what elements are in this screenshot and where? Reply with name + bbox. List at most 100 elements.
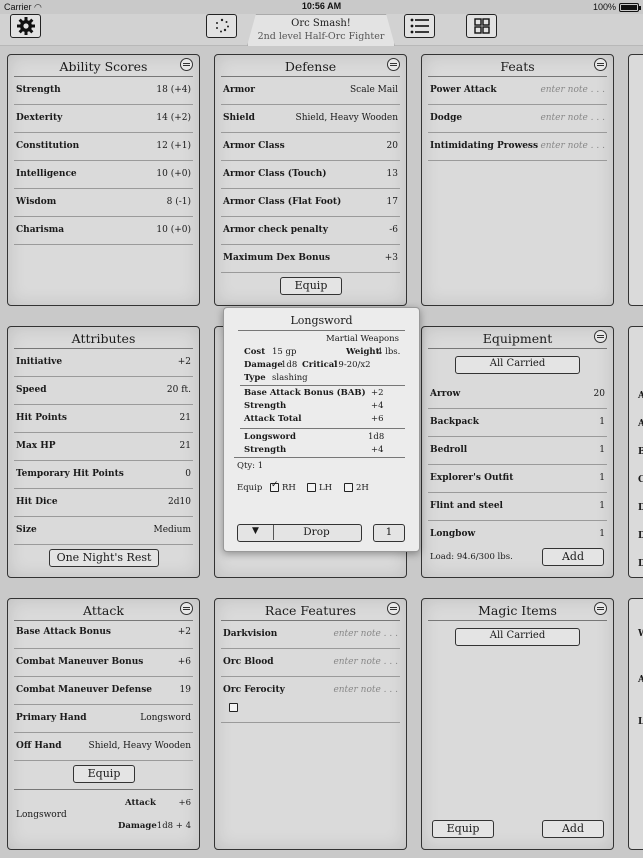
drop-quantity-field[interactable]: 1 (373, 524, 405, 542)
weapon-category: Martial Weapons (326, 334, 399, 344)
list-icon (410, 18, 429, 34)
add-equipment-button[interactable]: Add (542, 548, 604, 566)
defense-row[interactable]: Armor check penalty -6 (221, 217, 400, 245)
quantity-label: Qty: 1 (237, 461, 264, 471)
feat-row[interactable]: Intimidating Prowess enter note . . . (428, 133, 607, 161)
rest-button[interactable]: One Night's Rest (49, 549, 159, 567)
left-hand-option[interactable]: LH (307, 483, 332, 493)
defense-row[interactable]: Armor Class 20 (221, 133, 400, 161)
equip-magic-button[interactable]: Equip (432, 820, 494, 838)
race-feature-row[interactable]: Darkvision enter note . . . (221, 621, 400, 649)
card-title: Ability Scores (59, 59, 148, 74)
ability-row[interactable]: Constitution 12 (+1) (14, 133, 193, 161)
list-view-button[interactable] (404, 14, 435, 38)
weapon-detail-popup: Longsword Martial Weapons Cost 15 gp Wei… (223, 307, 420, 552)
defense-row[interactable]: Shield Shield, Heavy Wooden (221, 105, 400, 133)
ability-row[interactable]: Wisdom 8 (-1) (14, 189, 193, 217)
toolbar: Orc Smash! 2nd level Half-Orc Fighter (0, 14, 643, 46)
feats-card: Feats Power Attack enter note . . . Dodge… (421, 54, 614, 306)
ability-scores-card: Ability Scores Strength 18 (+4) Dexterity… (7, 54, 200, 306)
offscreen-card: W A L (628, 598, 643, 850)
attack-row[interactable]: Primary Hand Longsword (14, 705, 193, 733)
attribute-row[interactable]: Max HP 21 (14, 433, 193, 461)
equipment-row[interactable]: Backpack 1 (428, 409, 607, 437)
menu-icon[interactable] (180, 602, 193, 615)
card-title: Equipment (482, 331, 553, 346)
offscreen-card: A A B C D D D (628, 326, 643, 578)
attack-row[interactable]: Off Hand Shield, Heavy Wooden (14, 733, 193, 761)
settings-button[interactable] (10, 14, 41, 38)
attack-card: Attack Base Attack Bonus +2 Combat Maneuv… (7, 598, 200, 850)
menu-icon[interactable] (594, 330, 607, 343)
equip-armor-button[interactable]: Equip (280, 277, 342, 295)
character-subtitle: 2nd level Half-Orc Fighter (257, 31, 385, 42)
attribute-row[interactable]: Hit Dice 2d10 (14, 489, 193, 517)
right-hand-option[interactable]: RH (270, 480, 296, 493)
attributes-card: Attributes Initiative +2 Speed 20 ft. Hit … (7, 326, 200, 578)
ferocity-checkbox[interactable] (229, 703, 238, 712)
clock: 10:56 AM (301, 1, 342, 11)
popup-title: Longsword (238, 308, 405, 331)
attack-row[interactable]: Base Attack Bonus +2 (14, 621, 193, 649)
chevron-down-icon[interactable]: ▼ (238, 525, 274, 540)
race-features-card: Race Features Darkvision enter note . . .… (214, 598, 407, 850)
defense-row[interactable]: Maximum Dex Bonus +3 (221, 245, 400, 273)
checkbox-icon[interactable] (344, 483, 353, 492)
equip-weapon-button[interactable]: Equip (73, 765, 135, 783)
battery-icon (619, 2, 641, 12)
attack-row[interactable]: Combat Maneuver Defense 19 (14, 677, 193, 705)
character-name: Orc Smash! (291, 18, 351, 29)
damage-value: 1d8 + 4 (156, 821, 191, 831)
menu-icon[interactable] (180, 58, 193, 71)
card-title: Feats (500, 59, 535, 74)
equipment-row[interactable]: Longbow 1 (428, 521, 607, 539)
race-feature-row[interactable]: Orc Ferocity enter note . . . (221, 677, 400, 723)
attribute-row[interactable]: Hit Points 21 (14, 405, 193, 433)
magic-filter[interactable]: All Carried (455, 628, 580, 646)
attack-row[interactable]: Combat Maneuver Bonus +6 (14, 649, 193, 677)
race-feature-row[interactable]: Orc Blood enter note . . . (221, 649, 400, 677)
attack-label: Attack (125, 798, 156, 808)
damage-label: Damage (118, 821, 157, 831)
equipment-filter[interactable]: All Carried (455, 356, 580, 374)
checkbox-icon[interactable] (307, 483, 316, 492)
ability-row[interactable]: Dexterity 14 (+2) (14, 105, 193, 133)
dice-button[interactable] (206, 14, 237, 38)
grid-view-button[interactable] (466, 14, 497, 38)
drop-button[interactable]: ▼ Drop (237, 524, 362, 542)
add-magic-button[interactable]: Add (542, 820, 604, 838)
feat-row[interactable]: Power Attack enter note . . . (428, 77, 607, 105)
attribute-row[interactable]: Initiative +2 (14, 349, 193, 377)
equipment-row[interactable]: Arrow 20 (428, 381, 607, 409)
menu-icon[interactable] (387, 58, 400, 71)
equipment-row[interactable]: Explorer's Outfit 1 (428, 465, 607, 493)
weapon-type: slashing (272, 373, 308, 383)
magic-items-card: Magic Items All Carried Equip Add (421, 598, 614, 850)
gear-icon (16, 17, 35, 35)
attack-value: +6 (178, 798, 191, 808)
feat-row[interactable]: Dodge enter note . . . (428, 105, 607, 133)
character-title-tab[interactable]: Orc Smash! 2nd level Half-Orc Fighter (247, 14, 395, 46)
equipment-row[interactable]: Bedroll 1 (428, 437, 607, 465)
card-title: Defense (284, 59, 337, 74)
attribute-row[interactable]: Temporary Hit Points 0 (14, 461, 193, 489)
weapon-name[interactable]: Longsword (16, 810, 67, 820)
menu-icon[interactable] (594, 602, 607, 615)
load-label: Load: 94.6/300 lbs. (430, 552, 513, 562)
card-title: Magic Items (478, 603, 557, 618)
ability-row[interactable]: Intelligence 10 (+0) (14, 161, 193, 189)
attribute-row[interactable]: Speed 20 ft. (14, 377, 193, 405)
defense-row[interactable]: Armor Class (Flat Foot) 17 (221, 189, 400, 217)
weapon-damage: 1d8 (281, 360, 298, 370)
ability-row[interactable]: Charisma 10 (+0) (14, 217, 193, 245)
defense-row[interactable]: Armor Scale Mail (221, 77, 400, 105)
attribute-row[interactable]: Size Medium (14, 517, 193, 545)
equipment-row[interactable]: Flint and steel 1 (428, 493, 607, 521)
dice-icon (215, 18, 229, 33)
checkbox-icon[interactable] (270, 480, 279, 492)
defense-row[interactable]: Armor Class (Touch) 13 (221, 161, 400, 189)
two-hand-option[interactable]: 2H (344, 483, 369, 493)
menu-icon[interactable] (387, 602, 400, 615)
ability-row[interactable]: Strength 18 (+4) (14, 77, 193, 105)
menu-icon[interactable] (594, 58, 607, 71)
